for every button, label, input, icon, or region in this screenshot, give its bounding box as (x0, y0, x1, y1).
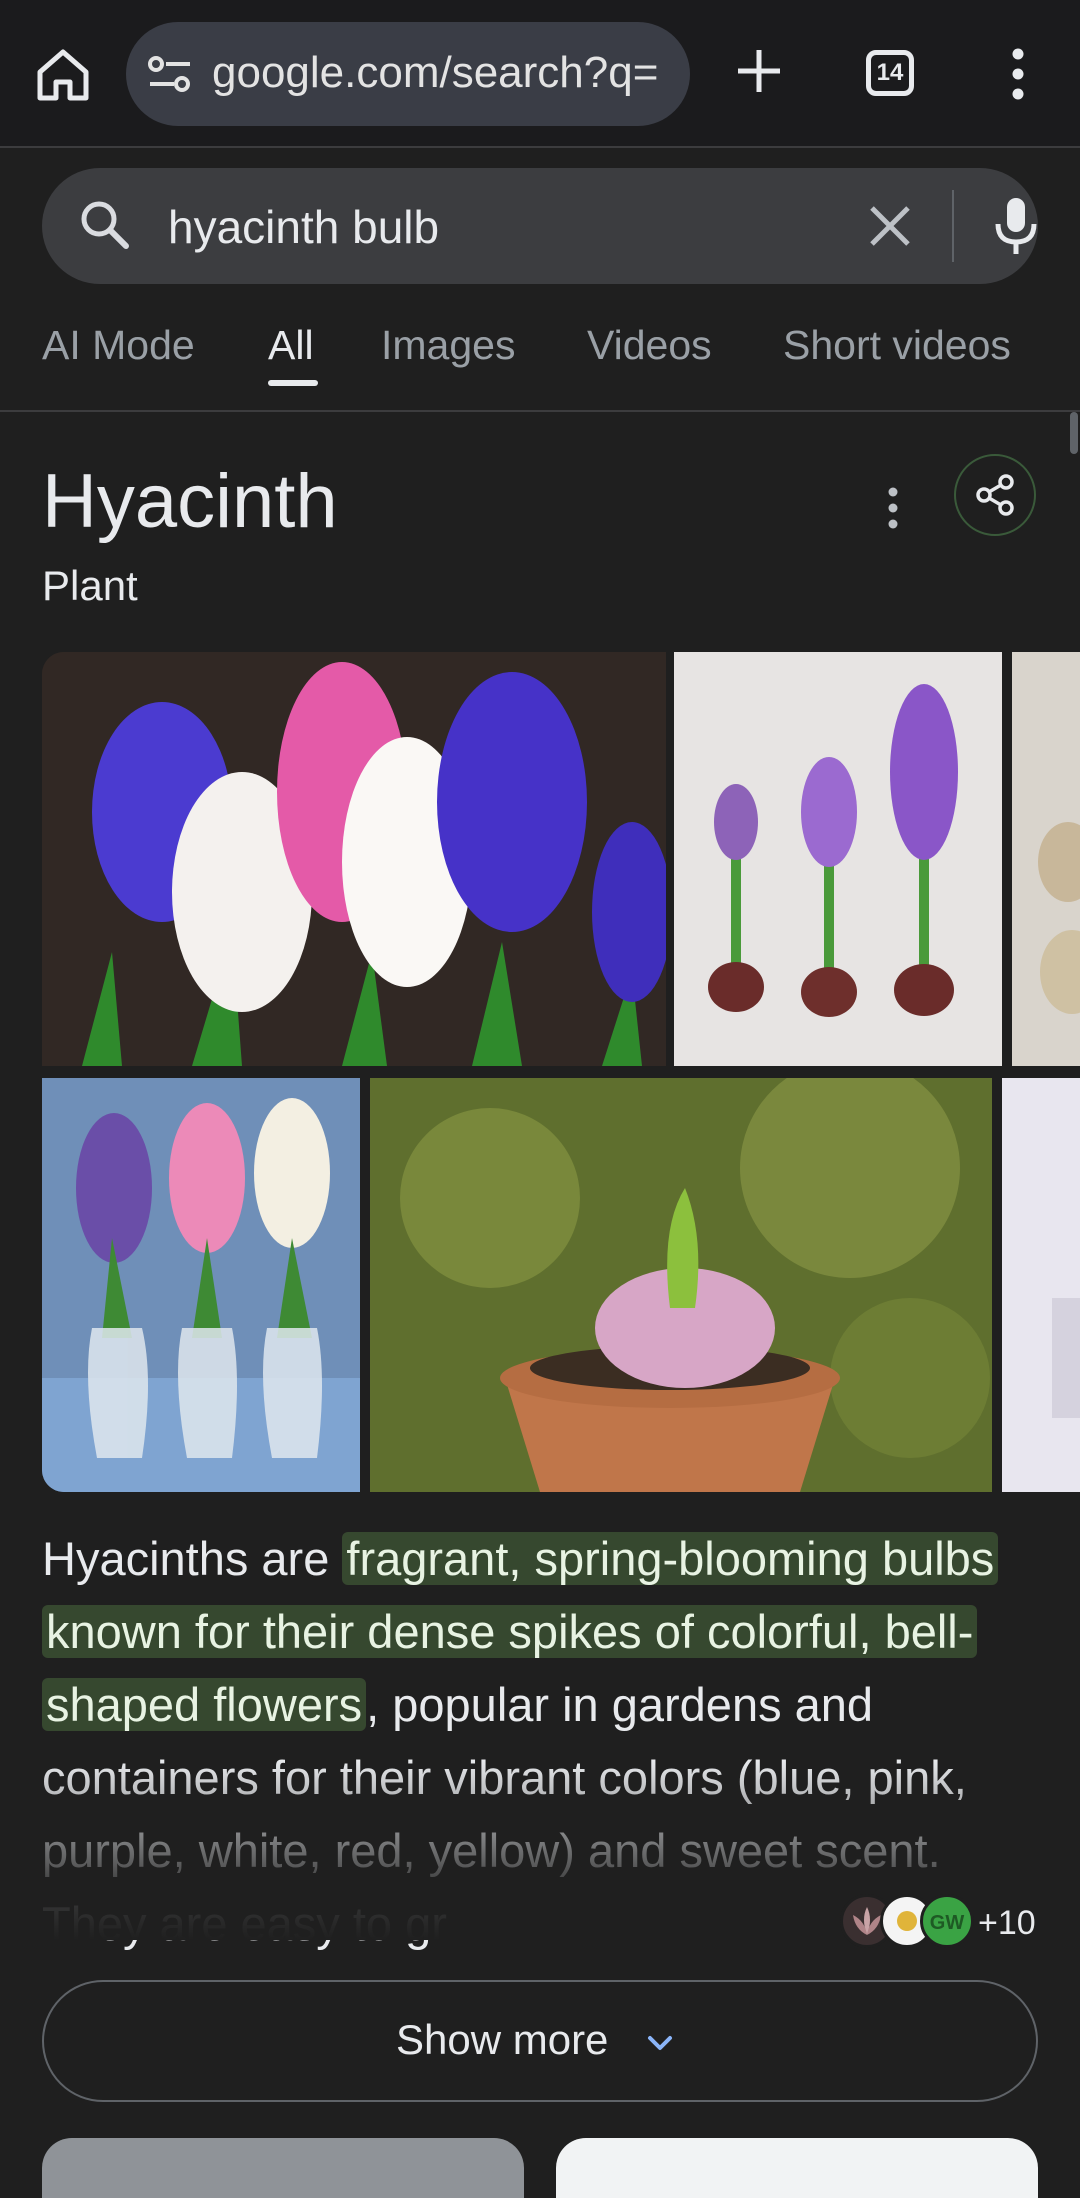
search-filter-tabs: AI Mode All Images Videos Short videos (0, 318, 1080, 412)
share-icon (976, 474, 1014, 516)
search-input[interactable]: hyacinth bulb (168, 200, 439, 254)
description-text: Hyacinths are (42, 1532, 343, 1585)
more-vert-icon[interactable] (882, 480, 904, 536)
browser-toolbar: google.com/search?q= 14 (0, 0, 1080, 148)
plus-icon[interactable] (734, 46, 784, 96)
svg-text:GW: GW (930, 1912, 965, 1934)
search-divider (952, 190, 954, 262)
image-hyacinth-bulbs[interactable] (674, 652, 1002, 1066)
image-hyacinth-flowers[interactable] (42, 652, 666, 1066)
knowledge-panel-subtitle: Plant (42, 562, 138, 609)
search-icon[interactable] (78, 198, 132, 252)
tabs-icon[interactable]: 14 (866, 50, 914, 96)
sources-count: +10 (978, 1904, 1036, 1942)
tab-short-videos[interactable]: Short videos (783, 322, 1011, 369)
scrollbar[interactable] (1070, 412, 1078, 454)
result-card-1[interactable] (42, 2138, 524, 2198)
image-hyacinth-pot[interactable] (370, 1078, 992, 1492)
address-bar[interactable]: google.com/search?q= (126, 22, 690, 126)
mic-icon[interactable] (992, 196, 1040, 256)
more-vert-icon[interactable] (1000, 46, 1036, 102)
knowledge-panel-title: Hyacinth (42, 459, 338, 544)
tab-all[interactable]: All (268, 322, 314, 369)
result-card-2[interactable] (556, 2138, 1038, 2198)
share-button[interactable] (954, 454, 1036, 536)
home-icon[interactable] (32, 44, 94, 106)
search-box[interactable]: hyacinth bulb (42, 168, 1038, 284)
show-more-label: Show more (396, 2016, 609, 2063)
tab-ai-mode[interactable]: AI Mode (42, 322, 195, 369)
source-icon-3: GW (920, 1894, 974, 1948)
image-hyacinth-partial[interactable] (1012, 652, 1080, 1066)
chevron-down-icon (642, 2026, 678, 2062)
tab-videos[interactable]: Videos (587, 322, 712, 369)
url-text[interactable]: google.com/search?q= (212, 48, 678, 98)
image-hyacinth-vases[interactable] (42, 1078, 360, 1492)
image-hyacinth-partial-2[interactable] (1002, 1078, 1080, 1492)
close-icon[interactable] (864, 200, 916, 252)
show-more-button[interactable]: Show more (42, 1980, 1038, 2102)
active-tab-indicator (268, 380, 318, 386)
tab-images[interactable]: Images (381, 322, 515, 369)
tune-icon[interactable] (148, 56, 192, 92)
